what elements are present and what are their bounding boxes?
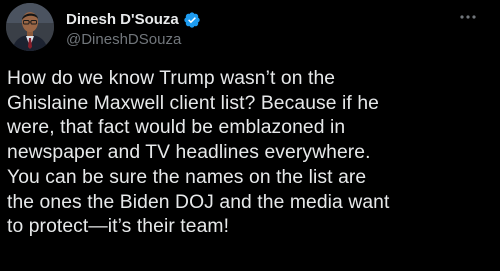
tweet-text: How do we know Trump wasn’t on the Ghisl… <box>7 67 495 240</box>
tweet-text-line: How do we know Trump wasn’t on the <box>7 68 336 89</box>
author-display-name[interactable]: Dinesh D'Souza <box>66 11 179 29</box>
verified-badge-icon <box>183 11 201 29</box>
tweet-text-line: were, that fact would be emblazoned in <box>7 117 346 139</box>
more-horizontal-icon[interactable] <box>457 8 479 26</box>
author-avatar[interactable] <box>6 3 54 51</box>
tweet-text-line: to protect—it’s their team! <box>7 216 230 238</box>
tweet-text-line: You can be sure the names on the list ar… <box>7 166 367 188</box>
author-handle[interactable]: @DineshDSouza <box>66 31 181 49</box>
tweet-text-line: the ones the Biden DOJ and the media wan… <box>7 191 390 213</box>
author-name-row: Dinesh D'Souza <box>66 11 201 29</box>
user-avatar-icon <box>6 3 54 51</box>
tweet-card: Dinesh D'Souza @DineshDSouza How do we k… <box>0 0 500 271</box>
tweet-text-line: Ghislaine Maxwell client list? Because i… <box>7 92 379 114</box>
tweet-text-line: newspaper and TV headlines everywhere. <box>7 142 371 164</box>
